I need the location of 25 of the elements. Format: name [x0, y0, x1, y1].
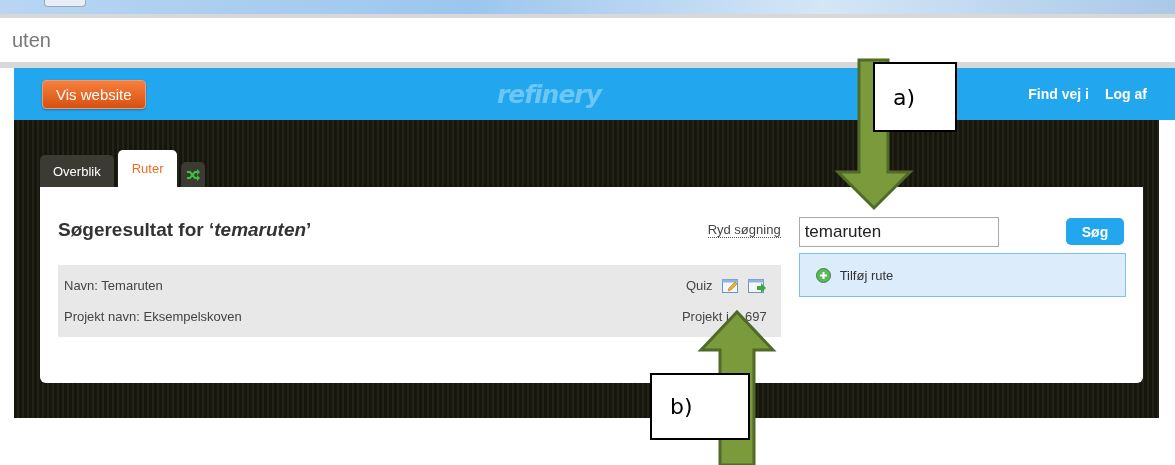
tab[interactable]: Ruter	[117, 150, 178, 187]
results-heading: Søgeresultat for ‘temaruten’	[58, 218, 312, 241]
search-field[interactable]: temaruten	[798, 216, 999, 247]
website-button[interactable]: Vis website	[42, 79, 146, 109]
header-link[interactable]: Find vej i	[1028, 86, 1089, 102]
shuffle-tab[interactable]	[181, 162, 206, 187]
logo: refinery	[496, 79, 604, 109]
shuffle-icon	[186, 168, 201, 181]
project-id: Projekt i	[681, 309, 729, 324]
quiz-label: Quiz	[685, 278, 713, 293]
tab[interactable]: Overblik	[40, 155, 114, 187]
browser-tab[interactable]	[44, 0, 86, 7]
plus-icon	[815, 267, 831, 283]
route-name: Navn: Temaruten	[64, 278, 163, 293]
clear-search-link[interactable]: Ryd søgning	[707, 221, 781, 238]
add-route-button[interactable]: Tilføj rute	[798, 253, 1126, 297]
edit-icon[interactable]	[721, 277, 739, 294]
search-button[interactable]: Søg	[1066, 218, 1124, 245]
address-text: uten	[12, 28, 51, 52]
project-id: 697	[744, 309, 767, 324]
callout-label: a)	[873, 62, 957, 132]
callout-label: b)	[650, 373, 750, 440]
project-name: Projekt navn: Eksempelskoven	[64, 309, 242, 324]
export-icon[interactable]	[747, 277, 767, 294]
header-link[interactable]: Log af	[1105, 86, 1147, 102]
